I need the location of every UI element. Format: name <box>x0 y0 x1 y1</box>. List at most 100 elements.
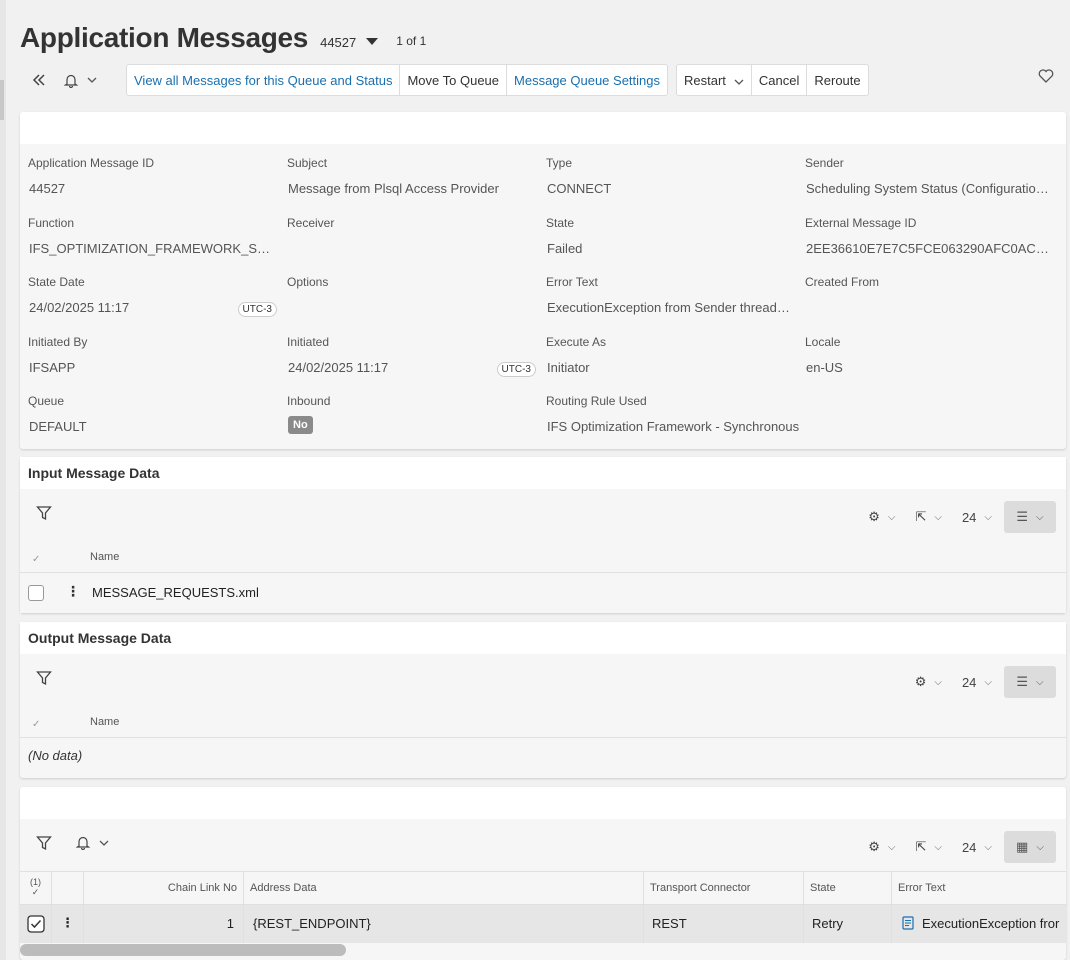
field-created-from: Created From <box>805 271 1064 331</box>
field-value: Message from Plsql Access Provider <box>288 181 499 196</box>
details-card: Application Message ID 44527 Subject Messa… <box>20 112 1066 449</box>
filter-icon[interactable] <box>36 505 52 526</box>
view-mode-button[interactable]: ☰ ⌵ <box>1004 666 1056 698</box>
field-value: Initiator <box>547 359 590 375</box>
field-label: Execute As <box>546 334 607 349</box>
field-label: Options <box>287 275 329 289</box>
field-queue: Queue DEFAULT <box>28 390 287 450</box>
row-checkbox[interactable] <box>28 585 44 601</box>
empty-state: (No data) <box>28 748 83 763</box>
view-all-messages-button[interactable]: View all Messages for this Queue and Sta… <box>127 65 401 95</box>
field-label: Routing Rule Used <box>546 394 647 408</box>
record-selector-caret-icon[interactable] <box>366 37 379 45</box>
chevron-down-icon: ⌵ <box>984 676 992 688</box>
field-label: Queue <box>28 394 65 408</box>
settings-menu[interactable]: ⚙ ⌵ <box>915 674 942 690</box>
field-label: State <box>546 215 575 230</box>
cancel-button[interactable]: Cancel <box>752 65 808 95</box>
section-title: Input Message Data <box>20 457 1066 489</box>
chevron-down-icon: ⌵ <box>984 511 992 523</box>
secondary-command-group: Restart Cancel Reroute <box>676 64 869 96</box>
field-label: Sender <box>805 156 844 170</box>
timezone-badge: UTC-3 <box>237 302 277 317</box>
select-all-check-icon[interactable]: ✓ <box>32 719 40 730</box>
chevron-down-icon <box>87 77 96 83</box>
cell-state: Retry <box>804 905 892 943</box>
chevron-down-icon: ⌵ <box>934 841 942 853</box>
view-mode-button[interactable]: ▦ ⌵ <box>1004 831 1056 863</box>
restart-button-label: Restart <box>684 72 726 88</box>
favorite-heart-icon[interactable] <box>1038 69 1056 87</box>
field-initiated: Initiated 24/02/2025 11:17 UTC-3 <box>287 331 546 391</box>
chevron-down-icon: ⌵ <box>1036 841 1044 853</box>
horizontal-scrollbar[interactable] <box>20 944 346 956</box>
reroute-button[interactable]: Reroute <box>807 65 867 95</box>
page-size-select[interactable]: 24 ⌵ <box>962 840 992 855</box>
cell-chain-link-no: 1 <box>84 905 244 943</box>
filter-icon[interactable] <box>36 835 52 856</box>
restart-button[interactable]: Restart <box>677 65 752 95</box>
column-header-address-data[interactable]: Address Data <box>244 872 644 904</box>
field-label: Created From <box>805 275 880 289</box>
notification-bell-menu[interactable] <box>54 65 106 95</box>
file-name[interactable]: MESSAGE_REQUESTS.xml <box>92 585 259 600</box>
export-menu[interactable]: ⇱ ⌵ <box>915 839 942 855</box>
checked-checkbox-icon[interactable] <box>27 915 45 933</box>
double-chevron-left-icon[interactable] <box>24 65 54 95</box>
table-row[interactable]: ⋮ 1 {REST_ENDPOINT} REST Retry Execution… <box>20 905 1066 943</box>
page-size-value: 24 <box>961 509 977 525</box>
filter-icon[interactable] <box>36 670 52 691</box>
document-icon[interactable] <box>902 916 914 930</box>
move-to-queue-button[interactable]: Move To Queue <box>400 65 508 95</box>
field-value[interactable]: ExecutionException from Sender thread C.… <box>547 300 792 315</box>
gear-icon: ⚙ <box>914 674 927 689</box>
field-value: 24/02/2025 11:17 <box>288 359 389 375</box>
table-view-icon: ▦ <box>1016 839 1029 854</box>
settings-menu[interactable]: ⚙ ⌵ <box>868 839 895 855</box>
page-title: Application Messages <box>20 22 309 53</box>
export-menu[interactable]: ⇱ ⌵ <box>915 509 942 525</box>
field-label: Initiated By <box>28 334 88 349</box>
selection-column-header[interactable]: (1) ✓ <box>20 872 52 904</box>
column-header-state[interactable]: State <box>804 872 892 904</box>
column-header-transport-connector[interactable]: Transport Connector <box>644 872 804 904</box>
field-label: State Date <box>28 275 85 289</box>
bell-icon <box>76 836 90 850</box>
column-header-error-text[interactable]: Error Text <box>892 872 1066 904</box>
field-value: IFS_OPTIMIZATION_FRAMEWORK_SYNC <box>29 240 274 256</box>
field-label: Inbound <box>287 394 331 408</box>
field-external-message-id: External Message ID 2EE36610E7E7C5FCE0632… <box>805 212 1064 272</box>
row-select-cell[interactable] <box>20 905 52 943</box>
kebab-menu-icon[interactable]: ⋮ <box>66 583 80 600</box>
column-header-name[interactable]: Name <box>90 551 119 563</box>
notification-bell-menu[interactable] <box>76 835 109 850</box>
details-card-header <box>20 112 1066 144</box>
chevron-down-icon: ⌵ <box>984 841 992 853</box>
details-fields: Application Message ID 44527 Subject Messa… <box>20 144 1066 450</box>
field-function: Function IFS_OPTIMIZATION_FRAMEWORK_SYNC <box>28 212 287 272</box>
chevron-down-icon: ⌵ <box>887 511 896 523</box>
kebab-menu-icon[interactable]: ⋮ <box>52 905 84 943</box>
view-mode-button[interactable]: ☰ ⌵ <box>1004 501 1056 533</box>
export-icon: ⇱ <box>915 509 927 524</box>
column-header-name[interactable]: Name <box>90 716 119 728</box>
column-header-chain-link-no[interactable]: Chain Link No <box>84 872 244 904</box>
select-all-check-icon[interactable]: ✓ <box>32 554 40 565</box>
record-id[interactable]: 44527 <box>320 35 356 50</box>
chevron-down-icon: ⌵ <box>1036 676 1044 688</box>
page-size-select[interactable]: 24 ⌵ <box>962 675 992 690</box>
page-size-select[interactable]: 24 ⌵ <box>962 510 992 525</box>
left-edge-tick <box>0 80 4 120</box>
field-value: 24/02/2025 11:17 <box>29 300 130 315</box>
message-queue-settings-button[interactable]: Message Queue Settings <box>507 65 667 95</box>
table-row[interactable]: ⋮ MESSAGE_REQUESTS.xml <box>20 573 1066 613</box>
field-sender: Sender Scheduling System Status (Configur… <box>805 152 1064 212</box>
field-value: 2EE36610E7E7C5FCE063290AFC0ACEF2 <box>806 240 1051 256</box>
cell-error-text[interactable]: ExecutionException fror <box>892 905 1066 943</box>
field-value: DEFAULT <box>29 419 87 434</box>
error-text-value: ExecutionException fror <box>922 916 1060 931</box>
field-label: Locale <box>805 334 841 349</box>
selected-count: (1) <box>30 877 41 887</box>
settings-menu[interactable]: ⚙ ⌵ <box>868 509 895 525</box>
export-icon: ⇱ <box>915 839 927 854</box>
